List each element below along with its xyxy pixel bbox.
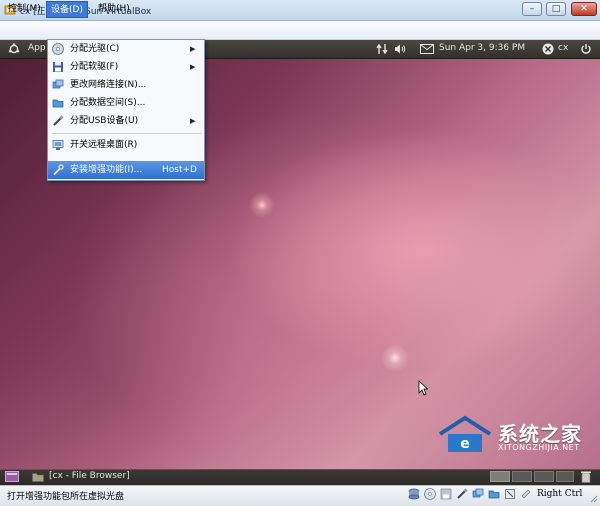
minimize-button[interactable]: – [522, 2, 542, 16]
menu-item-label: 开关远程桌面(R) [70, 140, 138, 150]
menu-item-install-guest-additions[interactable]: 安装增强功能(I)... Host+D [48, 161, 204, 179]
menu-item-label: 分配光驱(C) [70, 44, 120, 54]
menu-item-label: 分配软驱(F) [70, 62, 119, 72]
menu-devices[interactable]: 设备(D) [46, 1, 88, 18]
submenu-arrow-icon: ▶ [190, 63, 196, 71]
watermark-logo: e [438, 415, 492, 452]
menu-help[interactable]: 帮助(H) [94, 1, 134, 17]
maximize-button[interactable]: □ [546, 2, 566, 16]
menu-separator [52, 133, 202, 134]
trash-icon[interactable] [580, 470, 592, 483]
menu-item-label: 更改网络连接(N)... [70, 80, 147, 90]
workspace-3[interactable] [534, 471, 554, 482]
menu-item-label: 安装增强功能(I)... [70, 165, 143, 175]
menu-item-remote-desktop[interactable]: 开关远程桌面(R) [48, 136, 204, 154]
show-desktop-icon[interactable] [5, 471, 19, 482]
shared-folder-icon [52, 99, 64, 108]
close-button[interactable]: ✕ [571, 2, 597, 16]
mail-icon[interactable] [420, 44, 434, 54]
power-icon[interactable] [580, 43, 592, 55]
hard-disk-icon[interactable] [408, 488, 420, 500]
shared-folder-status-icon[interactable] [488, 488, 500, 500]
submenu-arrow-icon: ▶ [190, 45, 196, 53]
workspace-4[interactable] [556, 471, 574, 482]
taskbar-task-label: [cx - File Browser] [49, 471, 130, 481]
menu-item-network[interactable]: 更改网络连接(N)... [48, 76, 204, 94]
ubuntu-logo-icon[interactable] [8, 43, 20, 55]
menu-control[interactable]: 控制(M) [4, 1, 45, 17]
clock[interactable]: Sun Apr 3, 9:36 PM [439, 43, 525, 53]
usb-icon [53, 115, 64, 126]
watermark-url: XITONGZHIJIA.NET [498, 443, 580, 452]
menu-item-mount-cd[interactable]: 分配光驱(C) ▶ [48, 40, 204, 58]
submenu-arrow-icon: ▶ [190, 117, 196, 125]
menu-item-label: 分配数据空间(S)... [70, 98, 146, 108]
status-text: 打开增强功能包所在虚拟光盘 [7, 492, 125, 502]
network-status-icon[interactable] [472, 488, 484, 500]
workspace-1[interactable] [490, 471, 510, 482]
menu-item-mount-floppy[interactable]: 分配软驱(F) ▶ [48, 58, 204, 76]
user-icon[interactable] [542, 43, 554, 55]
cd-status-icon[interactable] [424, 488, 436, 500]
resize-grip-icon[interactable] [588, 493, 598, 503]
menu-item-usb[interactable]: 分配USB设备(U) ▶ [48, 112, 204, 130]
user-name[interactable]: cx [558, 43, 568, 53]
svg-text:e: e [460, 436, 470, 452]
network-icon[interactable] [376, 43, 388, 55]
floppy-icon [53, 62, 63, 72]
workspace-2[interactable] [512, 471, 532, 482]
menu-bar [0, 21, 600, 40]
mouse-integration-icon[interactable] [520, 488, 532, 500]
folder-icon [32, 473, 44, 482]
volume-icon[interactable] [394, 43, 406, 55]
menu-item-label: 分配USB设备(U) [70, 116, 139, 126]
remote-desktop-icon [52, 140, 64, 150]
menu-item-shortcut: Host+D [162, 165, 197, 175]
floppy-status-icon[interactable] [440, 488, 452, 500]
mouse-cursor-icon [418, 380, 428, 396]
applications-menu[interactable]: App [28, 43, 46, 53]
wrench-icon [53, 164, 64, 176]
network-adapter-icon [52, 79, 64, 89]
usb-status-icon[interactable] [456, 488, 468, 500]
host-key-label: Right Ctrl [537, 489, 583, 499]
menu-item-shared-folders[interactable]: 分配数据空间(S)... [48, 94, 204, 112]
virtualization-status-icon[interactable] [504, 488, 516, 500]
cd-icon [52, 43, 64, 55]
